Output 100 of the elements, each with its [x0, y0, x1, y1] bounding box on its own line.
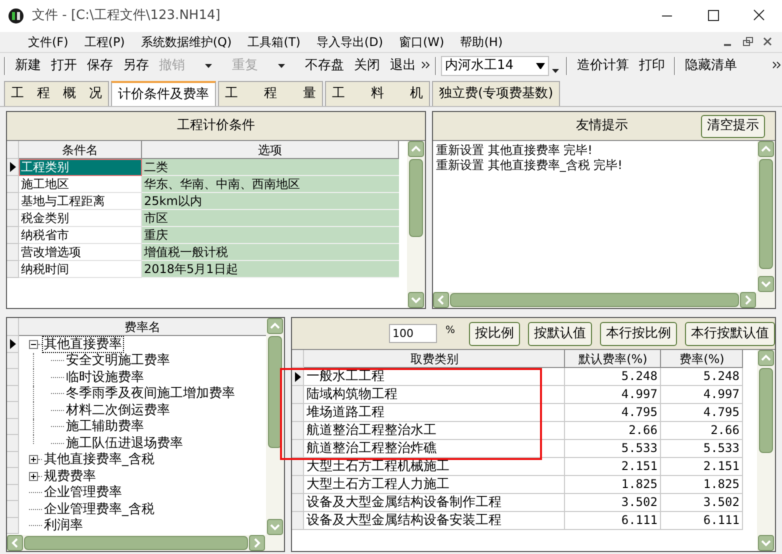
table-cell: 5.248 [661, 368, 744, 386]
table-cell: 堆场道路工程 [304, 404, 566, 422]
row-pointer-icon [10, 338, 16, 349]
column-header: 费率名 [19, 318, 266, 336]
percent-unit: % [445, 324, 455, 338]
table-cell: 设备及大型金属结构设备制作工程 [304, 494, 566, 512]
tab[interactable]: 工 料 机 [325, 81, 430, 106]
table-cell: 4.997 [565, 386, 662, 404]
toolbar-button[interactable]: 造价计算 [572, 56, 634, 76]
tree-item[interactable]: 材料二次倒运费率 [64, 402, 172, 419]
toolbar-button[interactable]: 退出 [385, 56, 421, 76]
toolbar-button[interactable]: 不存盘 [300, 56, 349, 76]
table-cell: 5.533 [565, 440, 662, 458]
toolbar-button[interactable]: 保存 [82, 56, 118, 76]
table-cell: 大型土石方工程机械施工 [304, 458, 566, 476]
tree-item[interactable]: 临时设施费率 [64, 368, 146, 386]
tree-item[interactable]: 施工队伍进退场费率 [64, 434, 185, 452]
table-cell: 工程类别 [19, 159, 142, 176]
toolbar-button[interactable]: 打印 [634, 56, 670, 76]
menu-item[interactable]: 帮助(H) [458, 33, 505, 51]
scroll-down-icon[interactable] [267, 519, 284, 535]
scroll-left-icon[interactable] [433, 292, 449, 308]
scroll-right-icon[interactable] [249, 535, 266, 551]
table-cell: 1.825 [661, 476, 744, 494]
row-selector[interactable] [7, 336, 19, 352]
clear-tips-button[interactable]: 清空提示 [701, 114, 765, 138]
menu-item[interactable]: 工程(P) [82, 33, 127, 51]
scroll-down-icon[interactable] [758, 276, 774, 292]
tip-line: 重新设置 其他直接费率 完毕! [436, 143, 594, 158]
scrollbar-thumb[interactable] [450, 293, 739, 307]
expand-icon[interactable] [29, 472, 38, 481]
tree-item[interactable]: 企业管理费率 [42, 484, 124, 502]
app-logo-icon [8, 8, 24, 24]
scroll-up-icon[interactable] [758, 350, 774, 366]
percent-field[interactable]: 100 [389, 324, 438, 343]
row-selector[interactable] [7, 159, 19, 176]
table-cell: 大型土石方工程人力施工 [304, 476, 566, 494]
row-pointer-icon [10, 162, 16, 172]
expand-icon[interactable] [29, 455, 38, 464]
scroll-left-icon[interactable] [7, 535, 23, 551]
scrollbar-thumb[interactable] [268, 336, 282, 448]
toolbar-button[interactable]: 另存 [118, 56, 154, 76]
table-cell: 航道整治工程整治水工 [304, 422, 566, 440]
tree-item[interactable]: 安全文明施工费率 [64, 352, 172, 370]
table-cell: 2018年5月1日起 [142, 261, 399, 278]
scroll-up-icon[interactable] [408, 141, 424, 157]
table-cell: 4.997 [661, 386, 744, 404]
tab[interactable]: 工 程 概 况 [4, 81, 109, 106]
menu-item[interactable]: 文件(F) [26, 33, 70, 51]
toolbar-button[interactable]: 关闭 [349, 56, 385, 76]
table-cell: 5.533 [661, 440, 744, 458]
scroll-right-icon[interactable] [740, 292, 756, 308]
table-cell: 陆域构筑物工程 [304, 386, 566, 404]
table-cell: 2.66 [565, 422, 662, 440]
tree-item[interactable]: 利润率 [42, 517, 85, 534]
scroll-down-icon[interactable] [758, 535, 774, 551]
tree-item[interactable]: 其他直接费率 [42, 336, 124, 353]
scroll-up-icon[interactable] [758, 141, 774, 157]
menu-item[interactable]: 系统数据维护(Q) [138, 33, 234, 51]
tree-item[interactable]: 施工辅助费率 [64, 418, 146, 436]
menu-item[interactable]: 窗口(W) [397, 33, 446, 51]
project-select[interactable]: 内河水工14 [441, 56, 549, 76]
toolbar-button[interactable]: 打开 [46, 56, 82, 76]
tree-item[interactable]: 企业管理费率_含税 [42, 500, 156, 518]
column-header: 条件名 [19, 141, 142, 159]
toolbar-button[interactable]: 新建 [10, 56, 46, 76]
tip-line: 重新设置 其他直接费率_含税 完毕! [436, 158, 624, 173]
tree-item[interactable]: 冬季雨季及夜间施工增加费率 [64, 385, 237, 402]
collapse-icon[interactable] [29, 340, 38, 349]
caret-icon[interactable] [277, 62, 286, 68]
tree-item[interactable]: 其他直接费率_含税 [42, 451, 156, 468]
table-cell: 4.795 [565, 404, 662, 422]
scrollbar-thumb[interactable] [759, 159, 773, 269]
caret-icon[interactable] [551, 68, 560, 74]
scrollbar-thumb[interactable] [759, 368, 773, 453]
table-cell: 4.795 [661, 404, 744, 422]
scrollbar-thumb[interactable] [409, 159, 423, 237]
scroll-up-icon[interactable] [267, 318, 284, 334]
table-cell: 2.151 [565, 458, 662, 476]
table-cell: 增值税一般计税 [142, 244, 399, 261]
restore-icon[interactable] [740, 35, 756, 49]
tree-item[interactable]: 规费费率 [42, 468, 98, 485]
rate-button[interactable]: 按默认值 [528, 322, 592, 346]
table-cell: 设备及大型金属结构设备安装工程 [304, 512, 566, 530]
rate-button[interactable]: 本行按比例 [600, 322, 677, 346]
tab[interactable]: 计价条件及费率 [111, 81, 216, 106]
scrollbar-thumb[interactable] [24, 536, 248, 550]
menu-item[interactable]: 工具箱(T) [246, 33, 302, 51]
table-cell: 25km以内 [142, 193, 399, 210]
rate-button[interactable]: 按比例 [469, 322, 520, 346]
menu-item[interactable]: 导入导出(D) [314, 33, 385, 51]
panel-title: 友情提示 [576, 117, 628, 136]
toolbar-button[interactable]: 隐藏清单 [680, 56, 742, 76]
scroll-down-icon[interactable] [408, 292, 424, 308]
rate-button[interactable]: 本行按默认值 [685, 322, 775, 346]
table-cell: 重庆 [142, 227, 399, 244]
window-title: 文件 - [C:\工程文件\123.NH14] [32, 7, 220, 26]
tab[interactable]: 工 程 量 [218, 81, 323, 106]
caret-icon[interactable] [204, 62, 213, 68]
tab[interactable]: 独立费(专项费基数) [432, 81, 560, 106]
